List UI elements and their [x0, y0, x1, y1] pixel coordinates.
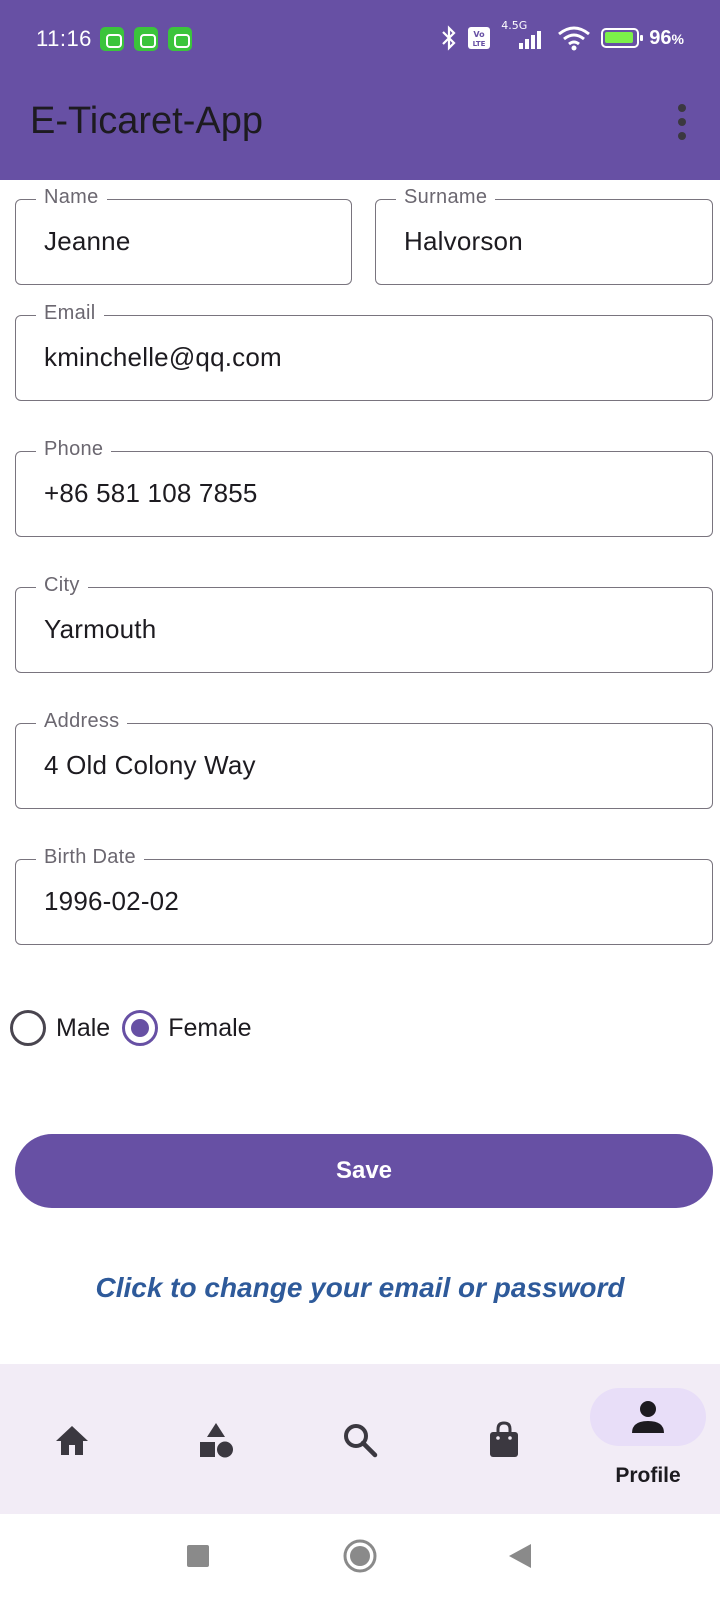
save-button[interactable]: Save	[15, 1134, 713, 1208]
birth-date-value: 1996-02-02	[44, 886, 179, 916]
bluetooth-icon	[442, 25, 456, 51]
status-bar: 11:16 Vo LTE 4.5G 96%	[0, 0, 720, 80]
status-indicators: Vo LTE 4.5G 96%	[441, 19, 684, 54]
name-label: Name	[36, 186, 107, 209]
system-navigation-bar	[0, 1514, 720, 1600]
wifi-icon	[558, 26, 591, 51]
notification-icons	[100, 27, 192, 51]
recents-button[interactable]	[176, 1534, 220, 1578]
square-icon	[187, 1545, 209, 1567]
birth-date-field[interactable]: Birth Date 1996-02-02	[15, 846, 713, 945]
battery-icon	[601, 28, 644, 48]
city-label: City	[36, 574, 88, 597]
shopping-bag-icon	[484, 1420, 524, 1460]
back-triangle-icon	[509, 1544, 531, 1568]
profile-label: Profile	[615, 1464, 681, 1487]
nav-item-profile[interactable]: Profile	[578, 1364, 718, 1514]
phone-field[interactable]: Phone +86 581 108 7855	[15, 438, 713, 537]
svg-text:Vo: Vo	[474, 30, 486, 39]
email-field[interactable]: Email kminchelle@qq.com	[15, 302, 713, 401]
city-field[interactable]: City Yarmouth	[15, 574, 713, 673]
app-bar: E-Ticaret-App	[0, 80, 720, 180]
male-radio[interactable]	[10, 1010, 46, 1046]
app-notification-icon	[134, 27, 158, 51]
surname-value: Halvorson	[404, 226, 523, 256]
city-value: Yarmouth	[44, 614, 157, 644]
volte-icon: Vo LTE	[468, 27, 491, 49]
email-label: Email	[36, 302, 104, 325]
surname-label: Surname	[396, 186, 496, 209]
signal-icon	[519, 31, 542, 49]
person-icon	[628, 1397, 668, 1437]
gender-radio-group: Male Female	[10, 1008, 264, 1048]
nav-item-cart[interactable]	[434, 1364, 574, 1514]
address-label: Address	[36, 710, 128, 733]
female-label[interactable]: Female	[168, 1014, 251, 1043]
phone-value: +86 581 108 7855	[44, 478, 258, 508]
bottom-navigation: Profile	[0, 1364, 720, 1514]
app-notification-icon	[100, 27, 124, 51]
male-label[interactable]: Male	[56, 1014, 110, 1043]
battery-percent: 96%	[649, 26, 684, 49]
nav-item-search[interactable]	[290, 1364, 430, 1514]
status-time: 11:16	[36, 26, 92, 51]
nav-item-categories[interactable]	[146, 1364, 286, 1514]
email-value: kminchelle@qq.com	[44, 342, 282, 372]
circle-icon	[343, 1539, 377, 1573]
female-radio[interactable]	[122, 1010, 159, 1046]
search-icon	[340, 1420, 380, 1460]
overflow-menu-icon[interactable]	[678, 104, 688, 140]
home-nav-button[interactable]	[338, 1534, 382, 1578]
phone-label: Phone	[36, 438, 112, 461]
nav-item-home[interactable]	[2, 1364, 142, 1514]
app-notification-icon	[168, 27, 192, 51]
address-field[interactable]: Address 4 Old Colony Way	[15, 710, 713, 809]
back-button[interactable]	[498, 1534, 542, 1578]
categories-icon	[196, 1420, 236, 1460]
app-title: E-Ticaret-App	[30, 100, 263, 142]
cell-signal: 4.5G	[501, 19, 547, 53]
surname-field[interactable]: Surname Halvorson	[375, 186, 713, 285]
birth-date-label: Birth Date	[36, 846, 144, 869]
change-credentials-link[interactable]: Click to change your email or password	[0, 1272, 720, 1304]
name-value: Jeanne	[44, 226, 131, 256]
svg-text:LTE: LTE	[473, 40, 486, 48]
address-value: 4 Old Colony Way	[44, 750, 256, 780]
name-field[interactable]: Name Jeanne	[15, 186, 352, 285]
home-icon	[52, 1420, 92, 1460]
